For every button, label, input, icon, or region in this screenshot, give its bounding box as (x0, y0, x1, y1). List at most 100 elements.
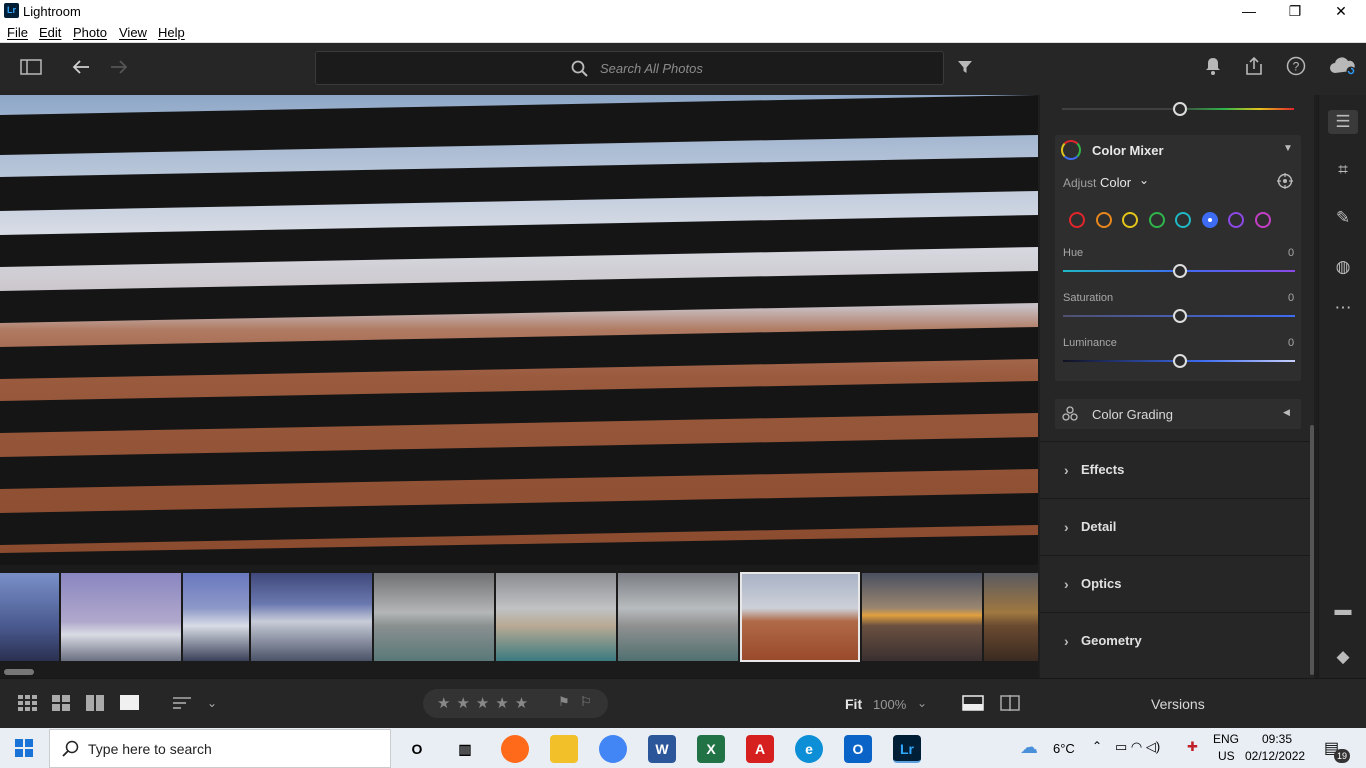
thumbnail[interactable] (183, 573, 249, 661)
close-button[interactable]: ✕ (1318, 0, 1364, 23)
menu-file[interactable]: File (7, 25, 28, 40)
zoom-level-button[interactable]: 100% (873, 697, 906, 712)
swatch-orange[interactable] (1096, 212, 1112, 228)
taskbar-firefox-icon[interactable] (501, 735, 529, 763)
healing-icon[interactable]: ✎ (1331, 206, 1355, 230)
edit-sliders-icon[interactable]: ☰ (1328, 110, 1358, 134)
more-options-icon[interactable]: ⋯ (1331, 296, 1355, 320)
notification-bell-icon[interactable] (1200, 56, 1226, 82)
swatch-green[interactable] (1149, 212, 1165, 228)
windows-start-icon[interactable] (15, 739, 33, 760)
crop-icon[interactable]: ⌗ (1331, 158, 1355, 182)
share-icon[interactable] (1241, 56, 1267, 82)
target-adjust-icon[interactable] (1277, 173, 1293, 192)
masking-icon[interactable]: ◍ (1331, 255, 1355, 279)
menu-photo[interactable]: Photo (73, 25, 107, 40)
color-grading-header[interactable]: Color Grading ◀ (1055, 399, 1301, 429)
main-photo[interactable] (0, 95, 1038, 565)
taskbar-acrobat-icon[interactable]: A (746, 735, 774, 763)
back-arrow-icon[interactable] (68, 56, 94, 82)
collapse-arrow-icon[interactable]: ▼ (1283, 143, 1293, 154)
menu-view[interactable]: View (119, 25, 147, 40)
chevron-down-icon[interactable]: ⌄ (1139, 173, 1149, 187)
luminance-slider-knob[interactable] (1173, 354, 1187, 368)
search-input[interactable]: Search All Photos (600, 61, 703, 76)
luminance-value[interactable]: 0 (1288, 337, 1294, 349)
taskbar-word-icon[interactable]: W (648, 735, 676, 763)
saturation-value[interactable]: 0 (1288, 292, 1294, 304)
flag-pick-icon[interactable]: ⚑ (558, 694, 570, 710)
panel-scrollbar[interactable] (1310, 425, 1314, 675)
thumbnail-selected[interactable] (740, 572, 860, 662)
taskbar-task-view-icon[interactable]: ▥ (451, 735, 479, 763)
cloud-sync-icon[interactable] (1328, 56, 1358, 82)
swatch-yellow[interactable] (1122, 212, 1138, 228)
tray-chevron-icon[interactable]: ⌃ (1092, 739, 1102, 753)
language-top[interactable]: ENG (1213, 732, 1239, 746)
weather-temp[interactable]: 6°C (1053, 741, 1075, 756)
saturation-slider-knob[interactable] (1173, 309, 1187, 323)
comment-icon[interactable]: ▬ (1331, 598, 1355, 622)
compare-view-icon[interactable] (86, 695, 104, 714)
swatch-blue-selected[interactable] (1202, 212, 1218, 228)
swatch-purple[interactable] (1228, 212, 1244, 228)
thumbnail[interactable] (984, 573, 1038, 661)
tag-icon[interactable]: ◆ (1331, 645, 1355, 669)
taskbar-lightroom-icon[interactable]: Lr (893, 735, 921, 763)
search-bar[interactable]: Search All Photos (315, 51, 944, 85)
filmstrip-toggle-icon[interactable] (962, 695, 984, 714)
star-rating[interactable]: ★★★★★ (437, 694, 534, 712)
thumbnail[interactable] (862, 573, 982, 661)
thumbnail[interactable] (0, 573, 59, 661)
sort-chevron-icon[interactable]: ⌄ (207, 696, 217, 710)
weather-icon[interactable]: ☁ (1020, 737, 1038, 758)
hue-value[interactable]: 0 (1288, 247, 1294, 259)
slider-knob[interactable] (1173, 102, 1187, 116)
menu-edit[interactable]: Edit (39, 25, 61, 40)
clock-date[interactable]: 02/12/2022 (1245, 749, 1305, 763)
filmstrip-scrollbar[interactable] (4, 669, 34, 675)
section-geometry[interactable]: › Geometry (1040, 612, 1310, 669)
grid-small-icon[interactable] (18, 695, 38, 714)
swatch-magenta[interactable] (1255, 212, 1271, 228)
color-mixer-title[interactable]: Color Mixer (1092, 143, 1164, 158)
taskbar-search[interactable]: Type here to search (49, 729, 391, 768)
versions-button[interactable]: Versions (1151, 696, 1205, 712)
taskbar-excel-icon[interactable]: X (697, 735, 725, 763)
taskbar-edge-icon[interactable]: e (795, 735, 823, 763)
tray-icons[interactable]: ▭ ◠ ◁) (1115, 739, 1160, 755)
thumbnail[interactable] (251, 573, 372, 661)
hue-slider-knob[interactable] (1173, 264, 1187, 278)
filter-icon[interactable] (952, 56, 978, 82)
flag-reject-icon[interactable]: ⚐ (580, 694, 592, 710)
taskbar-cortana-icon[interactable]: O (403, 735, 431, 763)
section-effects[interactable]: › Effects (1040, 441, 1310, 498)
fit-zoom-button[interactable]: Fit (845, 696, 862, 712)
section-optics[interactable]: › Optics (1040, 555, 1310, 612)
detail-view-icon[interactable] (120, 695, 140, 714)
clock-time[interactable]: 09:35 (1262, 732, 1292, 746)
taskbar-outlook-icon[interactable]: O (844, 735, 872, 763)
thumbnail[interactable] (374, 573, 494, 661)
tray-antivirus-icon[interactable]: ✚ (1187, 739, 1198, 755)
thumbnail[interactable] (496, 573, 616, 661)
thumbnail[interactable] (618, 573, 738, 661)
grid-medium-icon[interactable] (52, 695, 70, 714)
panel-toggle-icon[interactable] (18, 56, 44, 82)
zoom-chevron-icon[interactable]: ⌄ (917, 696, 927, 710)
language-bottom[interactable]: US (1218, 749, 1235, 763)
sort-icon[interactable] (173, 695, 193, 714)
taskbar-chrome-icon[interactable] (599, 735, 627, 763)
taskbar-file-explorer-icon[interactable] (550, 735, 578, 763)
help-icon[interactable]: ? (1283, 56, 1309, 82)
before-after-icon[interactable] (1000, 695, 1020, 714)
expand-arrow-icon[interactable]: ◀ (1283, 407, 1290, 418)
maximize-button[interactable]: ❐ (1272, 0, 1318, 23)
swatch-aqua[interactable] (1175, 212, 1191, 228)
section-detail[interactable]: › Detail (1040, 498, 1310, 555)
thumbnail[interactable] (61, 573, 181, 661)
taskbar-search-input[interactable]: Type here to search (88, 741, 212, 757)
swatch-red[interactable] (1069, 212, 1085, 228)
minimize-button[interactable]: — (1226, 0, 1272, 23)
forward-arrow-icon[interactable] (106, 56, 132, 82)
